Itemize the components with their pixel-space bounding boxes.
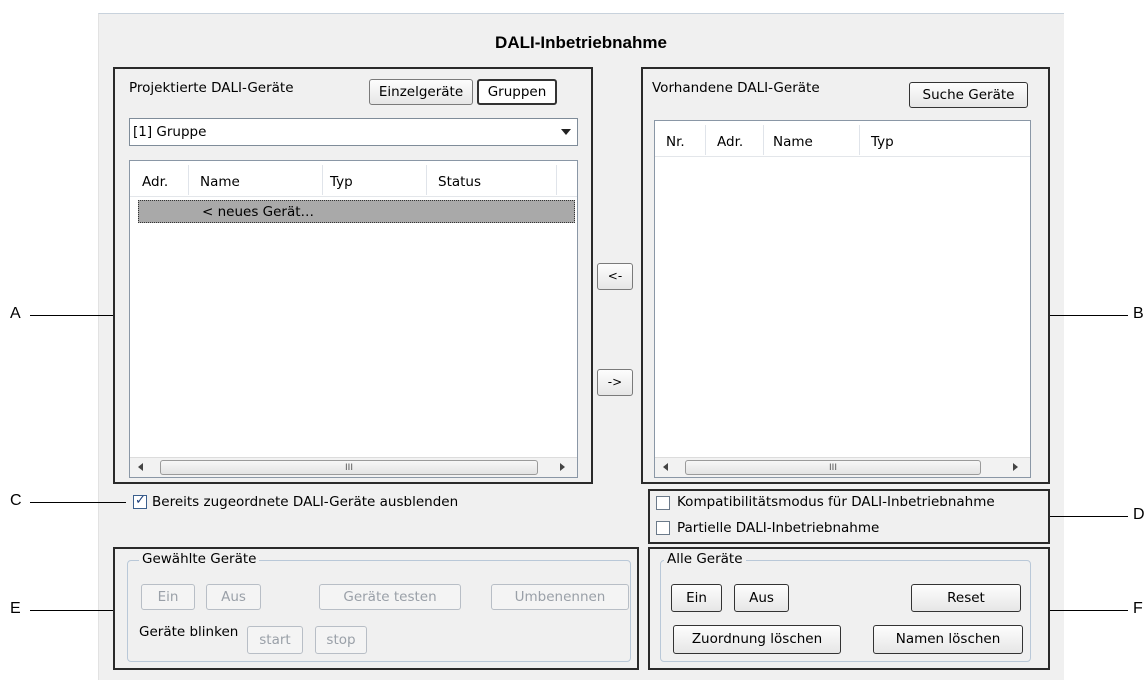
column-divider [188,165,189,195]
chevron-down-icon [561,129,571,135]
column-header-adr[interactable]: Adr. [142,174,168,190]
callout-e: E [10,600,21,617]
all-off-button[interactable]: Aus [734,584,789,612]
selected-devices-group [127,560,631,662]
projected-devices-title: Projektierte DALI-Geräte [129,80,294,96]
callout-c: C [10,492,22,509]
callout-e-leader [30,610,113,611]
column-header-adr[interactable]: Adr. [717,134,743,150]
groups-button[interactable]: Gruppen [477,79,557,105]
table-header [655,121,1030,157]
scroll-right-icon[interactable] [1013,463,1018,471]
rename-button[interactable]: Umbenennen [491,584,629,610]
callout-c-leader [30,502,126,503]
scroll-right-icon[interactable] [560,463,565,471]
hide-assigned-label: Bereits zugeordnete DALI-Geräte ausblend… [152,494,459,510]
group-dropdown-value: [1] Gruppe [133,124,207,140]
callout-b-leader [1050,315,1128,316]
partial-commissioning-checkbox[interactable] [656,521,670,535]
callout-d: D [1133,506,1145,523]
partial-commissioning-label: Partielle DALI-Inbetriebnahme [677,520,880,536]
existing-devices-title: Vorhandene DALI-Geräte [652,80,820,96]
compat-mode-label: Kompatibilitätsmodus für DALI-Inbetriebn… [677,494,995,510]
table-header [130,161,577,197]
scrollbar-grip: III [829,463,837,473]
scroll-left-icon[interactable] [663,463,668,471]
column-divider [859,125,860,155]
clear-assignment-button[interactable]: Zuordnung löschen [673,625,841,654]
blink-stop-button[interactable]: stop [315,626,367,654]
dialog-title: DALI-Inbetriebnahme [495,33,667,52]
column-divider [426,165,427,195]
column-header-typ[interactable]: Typ [330,174,353,190]
new-device-row-label: < neues Gerät… [202,204,315,220]
callout-f: F [1133,600,1143,617]
horizontal-scrollbar[interactable]: III [655,457,1030,477]
table-row[interactable]: < neues Gerät… [138,200,575,223]
scrollbar-thumb[interactable]: III [160,460,538,475]
callout-f-leader [1050,610,1128,611]
selected-devices-title: Gewählte Geräte [139,551,260,567]
existing-devices-table[interactable]: Nr. Adr. Name Typ III [654,120,1031,478]
group-dropdown[interactable]: [1] Gruppe [129,118,578,146]
column-header-typ[interactable]: Typ [871,134,894,150]
compat-mode-checkbox[interactable] [656,496,670,510]
all-on-button[interactable]: Ein [671,584,722,612]
column-header-name[interactable]: Name [773,134,813,150]
callout-b: B [1133,305,1144,322]
single-devices-button[interactable]: Einzelgeräte [369,79,473,105]
selected-off-button[interactable]: Aus [206,584,261,610]
search-devices-button[interactable]: Suche Geräte [909,82,1028,108]
column-header-status[interactable]: Status [438,174,481,190]
callout-d-leader [1050,516,1128,517]
blink-devices-label: Geräte blinken [139,624,239,640]
horizontal-scrollbar[interactable]: III [130,457,577,477]
callout-a-leader [30,315,113,316]
all-devices-title: Alle Geräte [664,551,746,567]
column-divider [705,125,706,155]
projected-devices-table[interactable]: Adr. Name Typ Status < neues Gerät… III [129,160,578,478]
hide-assigned-checkbox[interactable]: ✓ [133,493,147,509]
reset-button[interactable]: Reset [911,584,1021,612]
callout-a: A [10,305,21,322]
column-header-nr[interactable]: Nr. [666,134,685,150]
checkmark-icon: ✓ [135,493,146,508]
scroll-left-icon[interactable] [138,463,143,471]
move-left-button[interactable]: <- [597,263,633,290]
column-header-name[interactable]: Name [200,174,240,190]
clear-names-button[interactable]: Namen löschen [873,625,1023,654]
move-right-button[interactable]: -> [597,369,633,396]
blink-start-button[interactable]: start [247,626,303,654]
column-divider [763,125,764,155]
column-divider [556,165,557,195]
selected-on-button[interactable]: Ein [141,584,195,610]
test-devices-button[interactable]: Geräte testen [319,584,461,610]
column-divider [322,165,323,195]
scrollbar-grip: III [345,463,353,473]
scrollbar-thumb[interactable]: III [685,460,981,475]
